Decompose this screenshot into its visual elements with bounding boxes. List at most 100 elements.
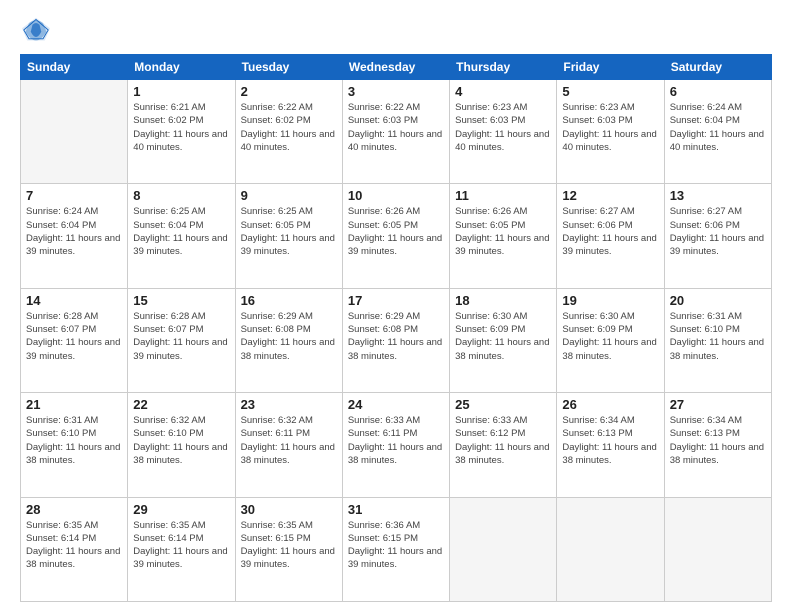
sunset-label: Sunset: 6:14 PM (133, 533, 203, 544)
calendar-week-row: 21 Sunrise: 6:31 AM Sunset: 6:10 PM Dayl… (21, 393, 772, 497)
calendar-day-cell: 20 Sunrise: 6:31 AM Sunset: 6:10 PM Dayl… (664, 288, 771, 392)
day-info: Sunrise: 6:32 AM Sunset: 6:11 PM Dayligh… (241, 414, 337, 467)
calendar-day-cell: 2 Sunrise: 6:22 AM Sunset: 6:02 PM Dayli… (235, 80, 342, 184)
sunrise-label: Sunrise: 6:30 AM (562, 311, 634, 322)
sunset-label: Sunset: 6:02 PM (241, 115, 311, 126)
sunset-label: Sunset: 6:05 PM (455, 220, 525, 231)
daylight-label: Daylight: 11 hours and 39 minutes. (348, 233, 442, 257)
day-info: Sunrise: 6:33 AM Sunset: 6:11 PM Dayligh… (348, 414, 444, 467)
sunset-label: Sunset: 6:07 PM (133, 324, 203, 335)
sunset-label: Sunset: 6:05 PM (348, 220, 418, 231)
daylight-label: Daylight: 11 hours and 39 minutes. (133, 233, 227, 257)
calendar-week-row: 1 Sunrise: 6:21 AM Sunset: 6:02 PM Dayli… (21, 80, 772, 184)
day-info: Sunrise: 6:27 AM Sunset: 6:06 PM Dayligh… (670, 205, 766, 258)
sunset-label: Sunset: 6:10 PM (670, 324, 740, 335)
day-info: Sunrise: 6:31 AM Sunset: 6:10 PM Dayligh… (670, 310, 766, 363)
day-info: Sunrise: 6:23 AM Sunset: 6:03 PM Dayligh… (562, 101, 658, 154)
day-info: Sunrise: 6:28 AM Sunset: 6:07 PM Dayligh… (26, 310, 122, 363)
sunrise-label: Sunrise: 6:29 AM (348, 311, 420, 322)
daylight-label: Daylight: 11 hours and 38 minutes. (562, 337, 656, 361)
day-number: 11 (455, 188, 551, 203)
sunset-label: Sunset: 6:06 PM (562, 220, 632, 231)
sunset-label: Sunset: 6:05 PM (241, 220, 311, 231)
sunrise-label: Sunrise: 6:24 AM (670, 102, 742, 113)
day-info: Sunrise: 6:25 AM Sunset: 6:04 PM Dayligh… (133, 205, 229, 258)
weekday-header-sunday: Sunday (21, 55, 128, 80)
day-info: Sunrise: 6:30 AM Sunset: 6:09 PM Dayligh… (562, 310, 658, 363)
calendar-day-cell: 11 Sunrise: 6:26 AM Sunset: 6:05 PM Dayl… (450, 184, 557, 288)
calendar-day-cell: 8 Sunrise: 6:25 AM Sunset: 6:04 PM Dayli… (128, 184, 235, 288)
day-info: Sunrise: 6:30 AM Sunset: 6:09 PM Dayligh… (455, 310, 551, 363)
sunrise-label: Sunrise: 6:25 AM (241, 206, 313, 217)
weekday-header-wednesday: Wednesday (342, 55, 449, 80)
day-number: 1 (133, 84, 229, 99)
daylight-label: Daylight: 11 hours and 39 minutes. (133, 337, 227, 361)
daylight-label: Daylight: 11 hours and 38 minutes. (670, 337, 764, 361)
sunrise-label: Sunrise: 6:32 AM (241, 415, 313, 426)
sunset-label: Sunset: 6:02 PM (133, 115, 203, 126)
calendar-day-cell: 14 Sunrise: 6:28 AM Sunset: 6:07 PM Dayl… (21, 288, 128, 392)
daylight-label: Daylight: 11 hours and 40 minutes. (455, 129, 549, 153)
day-number: 22 (133, 397, 229, 412)
sunrise-label: Sunrise: 6:31 AM (26, 415, 98, 426)
calendar-day-cell: 10 Sunrise: 6:26 AM Sunset: 6:05 PM Dayl… (342, 184, 449, 288)
day-number: 12 (562, 188, 658, 203)
sunrise-label: Sunrise: 6:36 AM (348, 520, 420, 531)
day-number: 19 (562, 293, 658, 308)
logo-icon (20, 16, 52, 44)
calendar-day-cell: 9 Sunrise: 6:25 AM Sunset: 6:05 PM Dayli… (235, 184, 342, 288)
calendar-day-cell: 27 Sunrise: 6:34 AM Sunset: 6:13 PM Dayl… (664, 393, 771, 497)
calendar-day-cell (450, 497, 557, 601)
day-info: Sunrise: 6:31 AM Sunset: 6:10 PM Dayligh… (26, 414, 122, 467)
daylight-label: Daylight: 11 hours and 40 minutes. (133, 129, 227, 153)
daylight-label: Daylight: 11 hours and 39 minutes. (133, 546, 227, 570)
sunrise-label: Sunrise: 6:28 AM (26, 311, 98, 322)
sunrise-label: Sunrise: 6:25 AM (133, 206, 205, 217)
calendar-day-cell: 22 Sunrise: 6:32 AM Sunset: 6:10 PM Dayl… (128, 393, 235, 497)
sunrise-label: Sunrise: 6:27 AM (562, 206, 634, 217)
day-number: 3 (348, 84, 444, 99)
daylight-label: Daylight: 11 hours and 38 minutes. (455, 442, 549, 466)
daylight-label: Daylight: 11 hours and 38 minutes. (133, 442, 227, 466)
day-number: 24 (348, 397, 444, 412)
day-info: Sunrise: 6:25 AM Sunset: 6:05 PM Dayligh… (241, 205, 337, 258)
sunset-label: Sunset: 6:04 PM (670, 115, 740, 126)
day-number: 4 (455, 84, 551, 99)
day-info: Sunrise: 6:27 AM Sunset: 6:06 PM Dayligh… (562, 205, 658, 258)
calendar-day-cell: 19 Sunrise: 6:30 AM Sunset: 6:09 PM Dayl… (557, 288, 664, 392)
calendar-day-cell (21, 80, 128, 184)
sunrise-label: Sunrise: 6:23 AM (455, 102, 527, 113)
day-number: 15 (133, 293, 229, 308)
calendar-day-cell: 3 Sunrise: 6:22 AM Sunset: 6:03 PM Dayli… (342, 80, 449, 184)
calendar-day-cell: 17 Sunrise: 6:29 AM Sunset: 6:08 PM Dayl… (342, 288, 449, 392)
day-number: 26 (562, 397, 658, 412)
calendar-day-cell: 23 Sunrise: 6:32 AM Sunset: 6:11 PM Dayl… (235, 393, 342, 497)
calendar-day-cell: 26 Sunrise: 6:34 AM Sunset: 6:13 PM Dayl… (557, 393, 664, 497)
calendar-week-row: 28 Sunrise: 6:35 AM Sunset: 6:14 PM Dayl… (21, 497, 772, 601)
sunrise-label: Sunrise: 6:35 AM (26, 520, 98, 531)
weekday-header-friday: Friday (557, 55, 664, 80)
calendar-day-cell: 29 Sunrise: 6:35 AM Sunset: 6:14 PM Dayl… (128, 497, 235, 601)
sunset-label: Sunset: 6:09 PM (562, 324, 632, 335)
sunset-label: Sunset: 6:08 PM (241, 324, 311, 335)
sunrise-label: Sunrise: 6:34 AM (562, 415, 634, 426)
weekday-header-tuesday: Tuesday (235, 55, 342, 80)
sunset-label: Sunset: 6:06 PM (670, 220, 740, 231)
weekday-header-thursday: Thursday (450, 55, 557, 80)
day-info: Sunrise: 6:34 AM Sunset: 6:13 PM Dayligh… (562, 414, 658, 467)
sunrise-label: Sunrise: 6:28 AM (133, 311, 205, 322)
day-info: Sunrise: 6:26 AM Sunset: 6:05 PM Dayligh… (348, 205, 444, 258)
sunrise-label: Sunrise: 6:24 AM (26, 206, 98, 217)
day-info: Sunrise: 6:29 AM Sunset: 6:08 PM Dayligh… (241, 310, 337, 363)
calendar-week-row: 14 Sunrise: 6:28 AM Sunset: 6:07 PM Dayl… (21, 288, 772, 392)
calendar-day-cell: 28 Sunrise: 6:35 AM Sunset: 6:14 PM Dayl… (21, 497, 128, 601)
calendar-day-cell: 31 Sunrise: 6:36 AM Sunset: 6:15 PM Dayl… (342, 497, 449, 601)
sunset-label: Sunset: 6:15 PM (241, 533, 311, 544)
calendar-week-row: 7 Sunrise: 6:24 AM Sunset: 6:04 PM Dayli… (21, 184, 772, 288)
daylight-label: Daylight: 11 hours and 39 minutes. (670, 233, 764, 257)
sunset-label: Sunset: 6:03 PM (348, 115, 418, 126)
sunrise-label: Sunrise: 6:33 AM (455, 415, 527, 426)
sunset-label: Sunset: 6:03 PM (562, 115, 632, 126)
daylight-label: Daylight: 11 hours and 40 minutes. (562, 129, 656, 153)
daylight-label: Daylight: 11 hours and 39 minutes. (26, 337, 120, 361)
